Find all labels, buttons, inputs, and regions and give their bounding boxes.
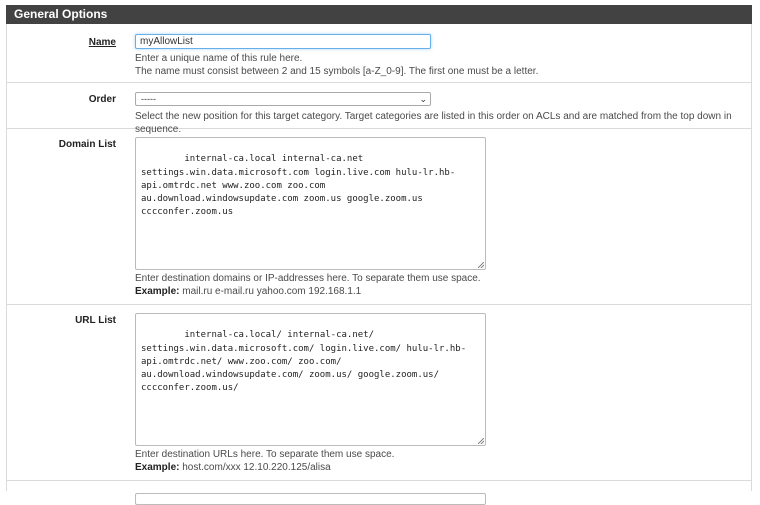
domain-list-textarea[interactable]: internal-ca.local internal-ca.net settin… [135, 137, 486, 270]
name-help-line2: The name must consist between 2 and 15 s… [135, 65, 539, 77]
resize-grip-icon[interactable] [478, 262, 484, 268]
order-label: Order [88, 94, 116, 105]
url-example-text: host.com/xxx 12.10.220.125/alisa [179, 461, 331, 473]
name-label: Name [88, 37, 116, 48]
domain-example-label: Example: [135, 285, 180, 297]
order-selected-value: ----- [141, 94, 156, 104]
name-input[interactable] [135, 34, 431, 49]
domain-list-row: Domain List internal-ca.local internal-c… [7, 128, 751, 305]
url-help: Enter destination URLs here. To separate… [135, 449, 486, 474]
panel-title: General Options [6, 5, 752, 24]
domain-list-text: internal-ca.local internal-ca.net settin… [141, 154, 456, 218]
url-list-row: URL List internal-ca.local/ internal-ca.… [7, 304, 751, 481]
url-list-text: internal-ca.local/ internal-ca.net/ sett… [141, 330, 467, 394]
resize-grip-icon[interactable] [478, 438, 484, 444]
domain-help: Enter destination domains or IP-addresse… [135, 273, 486, 298]
order-select[interactable]: ----- ⌄ [135, 92, 431, 106]
name-row: Name Enter a unique name of this rule he… [7, 25, 751, 83]
domain-example: Example: mail.ru e-mail.ru yahoo.com 192… [135, 286, 486, 299]
order-row: Order ----- ⌄ Select the new position fo… [7, 83, 751, 135]
name-help: Enter a unique name of this rule here. T… [135, 53, 538, 78]
domain-list-label: Domain List [58, 139, 116, 150]
next-row [7, 480, 751, 505]
domain-example-text: mail.ru e-mail.ru yahoo.com 192.168.1.1 [179, 285, 362, 297]
url-list-label: URL List [75, 315, 116, 326]
url-help-text: Enter destination URLs here. To separate… [135, 449, 395, 460]
domain-help-text: Enter destination domains or IP-addresse… [135, 273, 481, 284]
chevron-down-icon: ⌄ [419, 94, 427, 104]
url-example-label: Example: [135, 461, 180, 473]
next-textarea[interactable] [135, 493, 486, 505]
url-list-textarea[interactable]: internal-ca.local/ internal-ca.net/ sett… [135, 313, 486, 446]
url-example: Example: host.com/xxx 12.10.220.125/alis… [135, 462, 486, 475]
general-options-panel: General Options Name Enter a unique name… [6, 5, 752, 505]
name-help-line1: Enter a unique name of this rule here. [135, 53, 303, 64]
